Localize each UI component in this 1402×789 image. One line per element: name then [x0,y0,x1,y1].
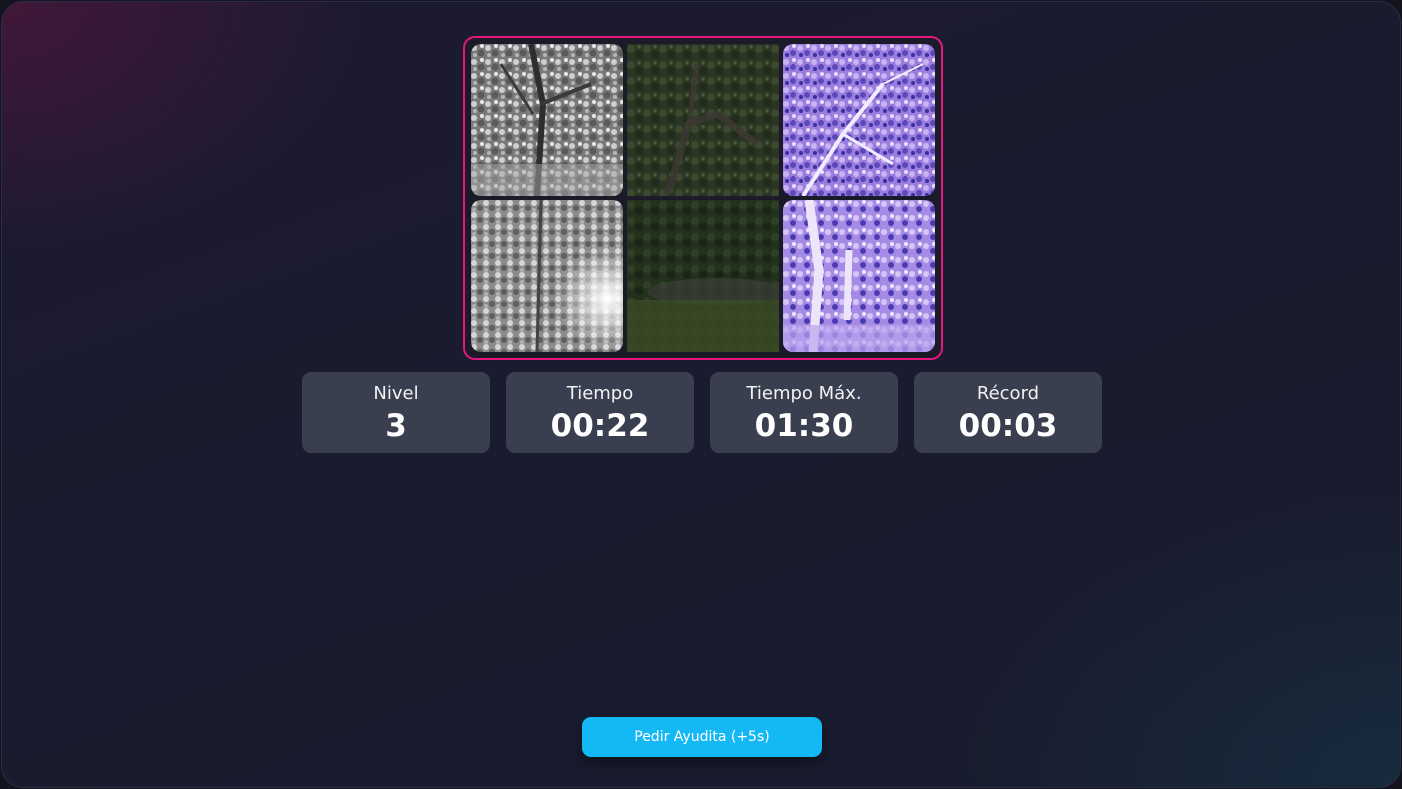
tile-image [783,44,935,196]
level-value: 3 [385,408,407,444]
level-label: Nivel [373,383,419,404]
puzzle-tile[interactable] [627,200,779,352]
record-value: 00:03 [958,408,1058,444]
level-card: Nivel 3 [302,372,490,453]
time-value: 00:22 [550,408,650,444]
max-time-value: 01:30 [754,408,854,444]
tile-image [627,200,779,352]
game-window: Nivel 3 Tiempo 00:22 Tiempo Máx. 01:30 R… [1,1,1401,788]
max-time-label: Tiempo Máx. [746,383,862,404]
tile-image [783,200,935,352]
puzzle-board [463,36,943,360]
tile-image [627,44,779,196]
puzzle-tile[interactable] [783,200,935,352]
max-time-card: Tiempo Máx. 01:30 [710,372,898,453]
tile-image [471,44,623,196]
record-card: Récord 00:03 [914,372,1102,453]
puzzle-tile[interactable] [471,44,623,196]
record-label: Récord [976,383,1040,404]
puzzle-tile[interactable] [783,44,935,196]
puzzle-tile[interactable] [471,200,623,352]
time-label: Tiempo [566,383,634,404]
help-button[interactable]: Pedir Ayudita (+5s) [582,717,822,757]
tile-image [471,200,623,352]
time-card: Tiempo 00:22 [506,372,694,453]
puzzle-tile[interactable] [627,44,779,196]
